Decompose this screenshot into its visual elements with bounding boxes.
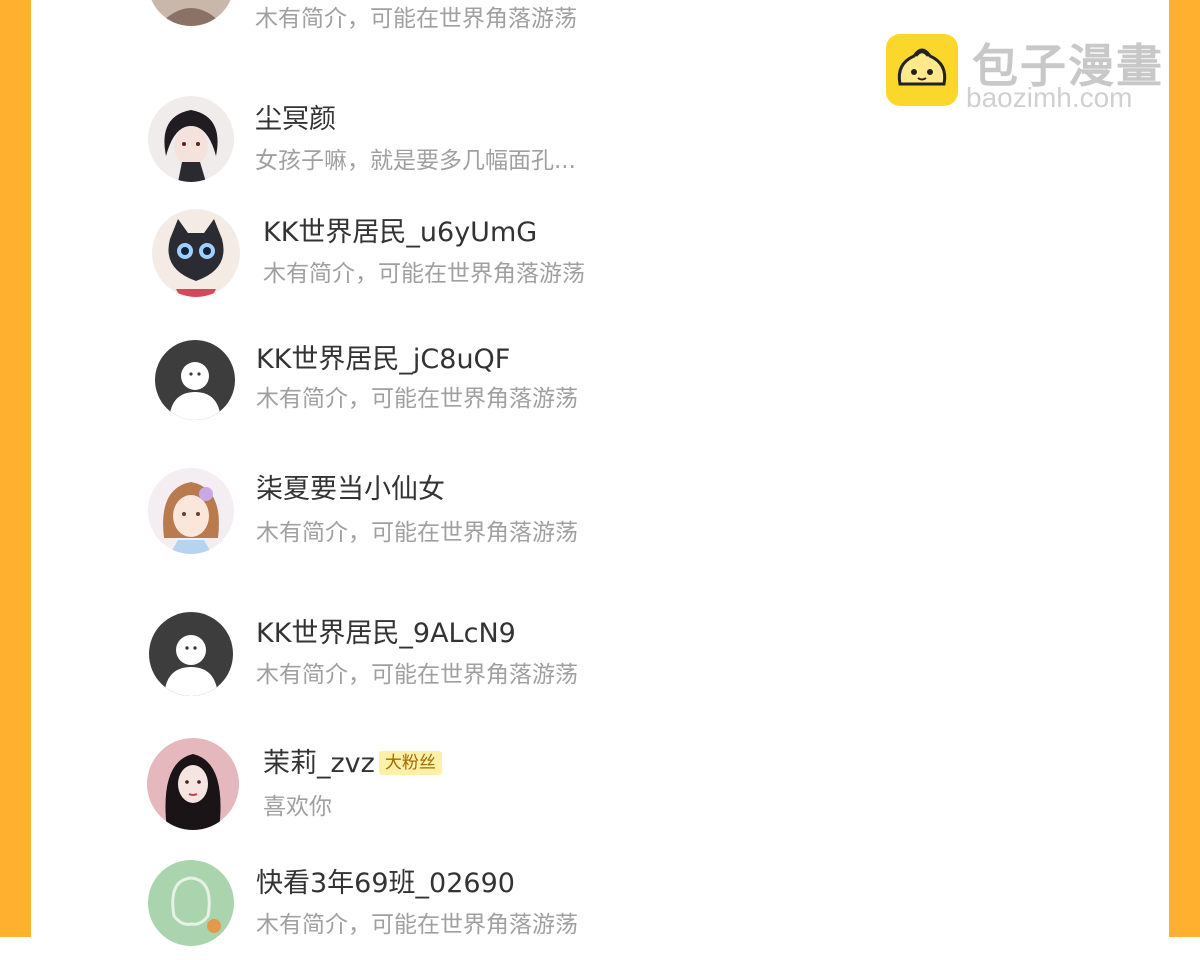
list-item[interactable]: 柒夏要当小仙女 木有简介，可能在世界角落游荡 <box>0 468 1100 568</box>
green-avatar[interactable] <box>148 860 234 946</box>
list-item[interactable]: KK世界居民_jC8uQF 木有简介，可能在世界角落游荡 <box>0 340 1100 440</box>
black-cat-avatar[interactable] <box>152 209 240 297</box>
default-avatar[interactable] <box>149 612 233 696</box>
list-item[interactable]: 快看3年69班_02690 木有简介，可能在世界角落游荡 <box>0 860 1100 960</box>
anime-girl-avatar[interactable] <box>148 468 234 554</box>
fan-badge: 大粉丝 <box>378 751 442 775</box>
user-bio: 木有简介，可能在世界角落游荡 <box>256 912 578 938</box>
user-name[interactable]: KK世界居民_jC8uQF <box>256 344 510 376</box>
user-bio: 木有简介，可能在世界角落游荡 <box>256 662 578 688</box>
user-bio: 木有简介，可能在世界角落游荡 <box>256 386 578 412</box>
user-bio: 木有简介，可能在世界角落游荡 <box>256 520 578 546</box>
list-item[interactable]: 茉莉_zvz 大粉丝 喜欢你 <box>0 738 1100 838</box>
list-item[interactable]: KK世界居民_9ALcN9 木有简介，可能在世界角落游荡 <box>0 612 1100 712</box>
user-bio: 木有简介，可能在世界角落游荡 <box>255 6 577 32</box>
user-name[interactable]: KK世界居民_9ALcN9 <box>256 618 516 650</box>
right-border <box>1169 0 1200 937</box>
user-name-text[interactable]: 茉莉_zvz <box>263 748 375 779</box>
user-name[interactable]: 柒夏要当小仙女 <box>256 474 445 506</box>
list-item[interactable]: 尘冥颜 女孩子嘛，就是要多几幅面孔... <box>0 96 1100 196</box>
list-item[interactable]: 木有简介，可能在世界角落游荡 <box>0 0 1100 40</box>
dark-hair-girl-avatar[interactable] <box>147 738 239 830</box>
anime-boy-avatar[interactable] <box>148 96 234 182</box>
user-name[interactable]: 茉莉_zvz 大粉丝 <box>263 748 442 780</box>
user-bio: 木有简介，可能在世界角落游荡 <box>263 261 585 287</box>
user-name[interactable]: 快看3年69班_02690 <box>256 868 515 900</box>
list-item[interactable]: KK世界居民_u6yUmG 木有简介，可能在世界角落游荡 <box>0 209 1100 309</box>
user-name[interactable]: KK世界居民_u6yUmG <box>263 217 537 249</box>
photo-avatar[interactable] <box>148 0 234 26</box>
user-bio: 喜欢你 <box>263 794 332 820</box>
default-avatar[interactable] <box>155 340 235 420</box>
user-name[interactable]: 尘冥颜 <box>255 104 336 136</box>
user-bio: 女孩子嘛，就是要多几幅面孔... <box>255 148 576 174</box>
